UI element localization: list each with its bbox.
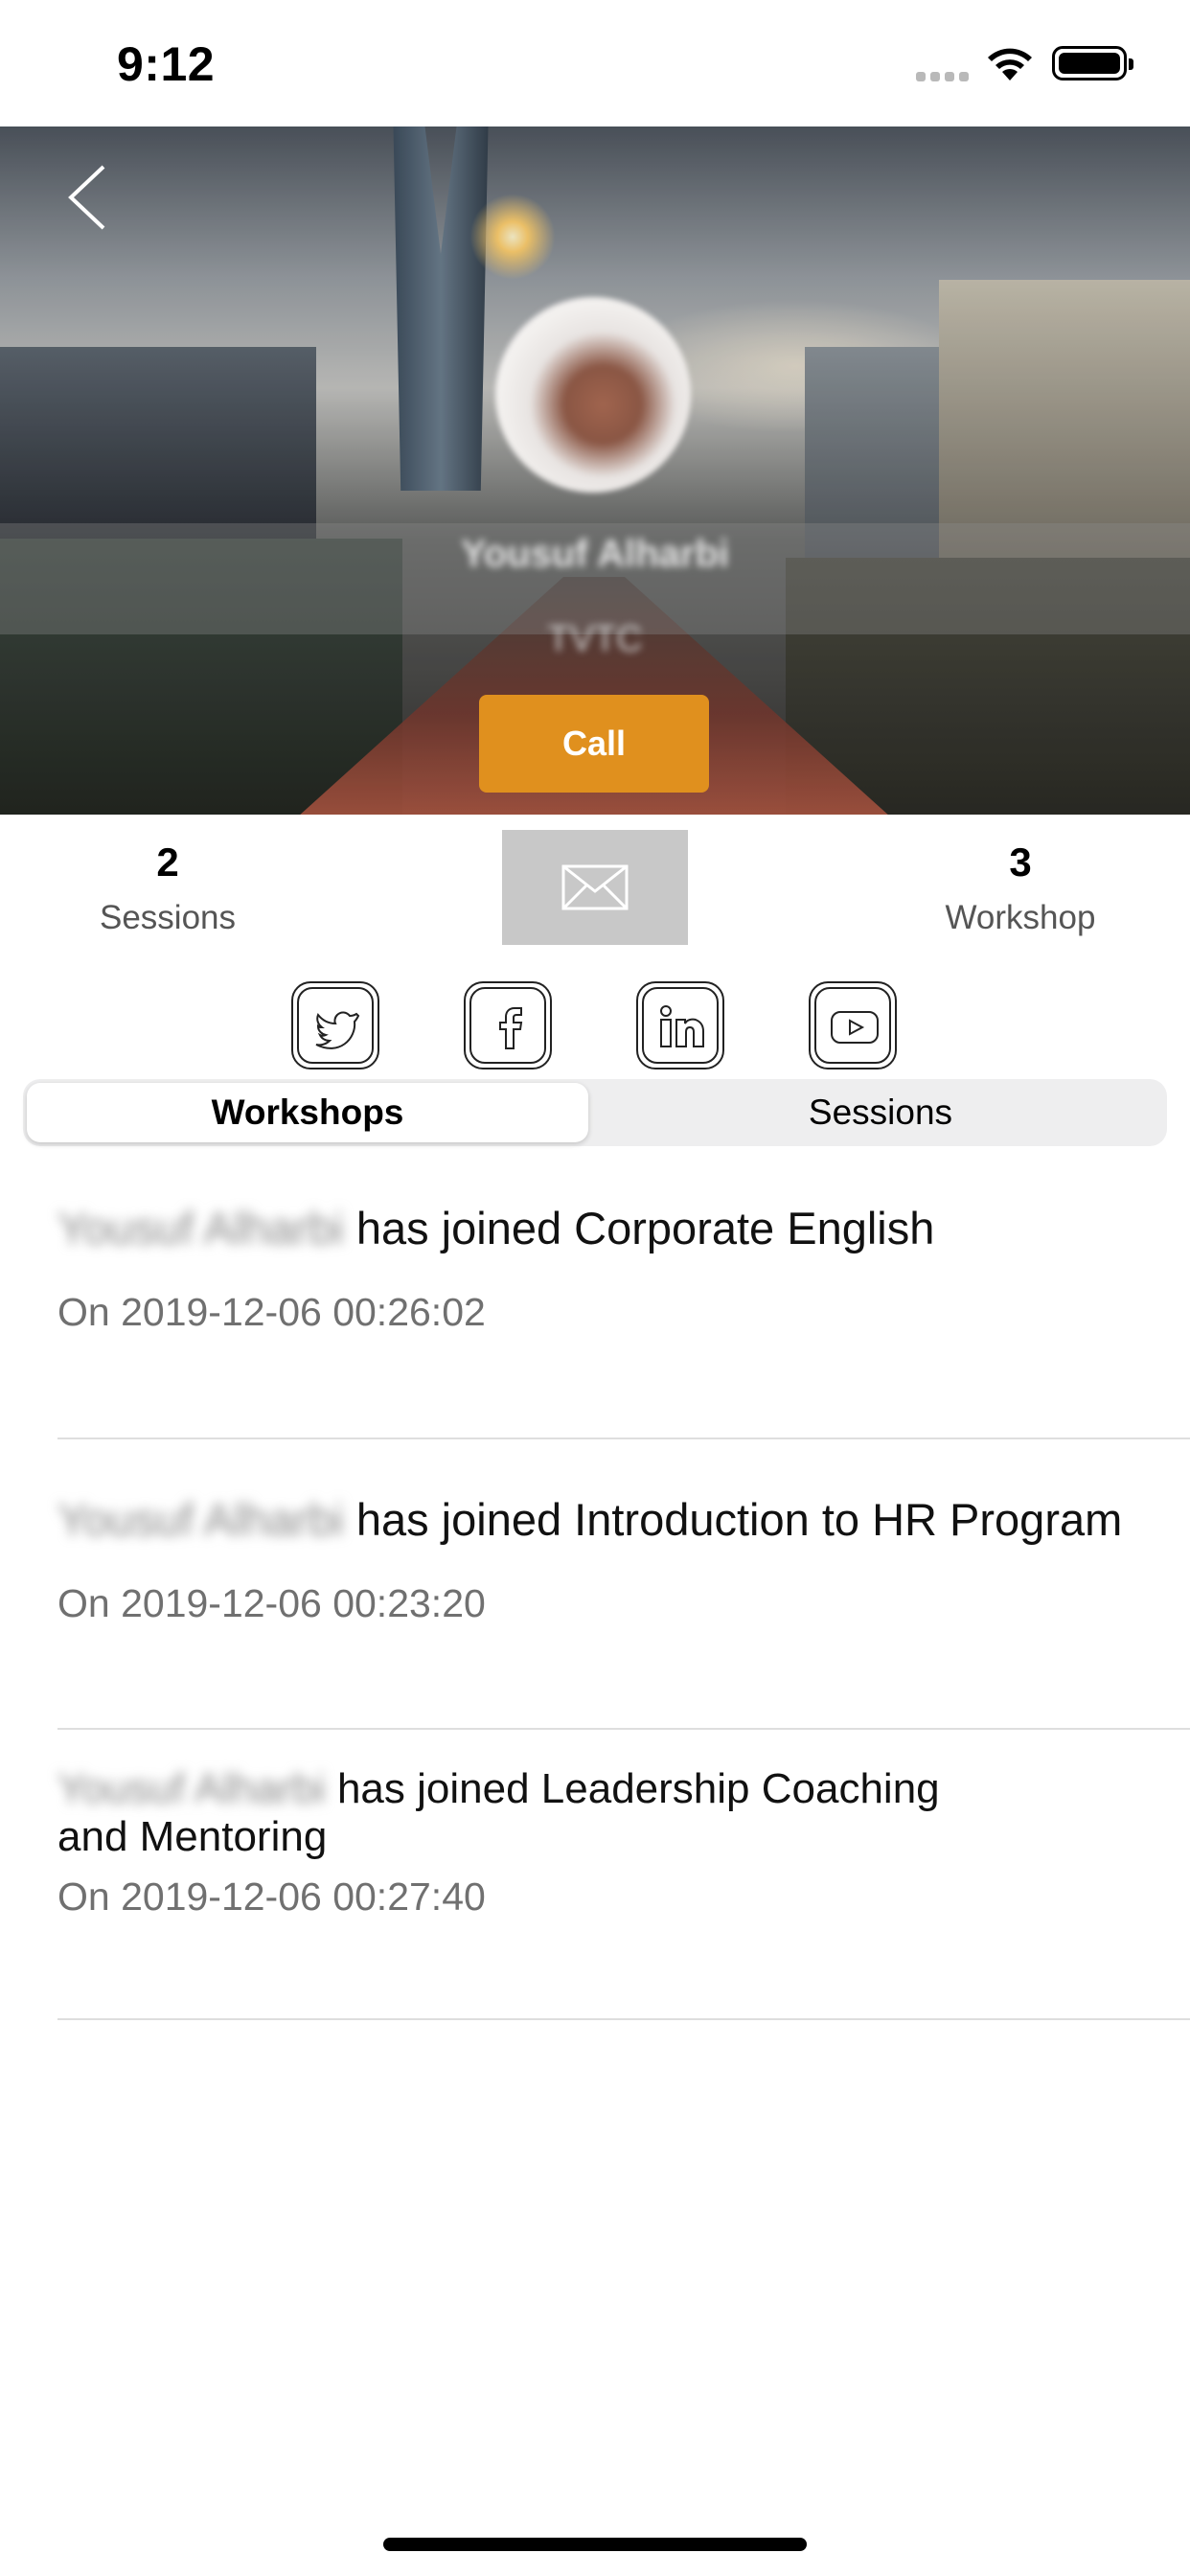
chevron-left-icon: [68, 165, 105, 230]
facebook-button[interactable]: [464, 981, 552, 1070]
twitter-button[interactable]: [291, 981, 379, 1070]
tab-sessions[interactable]: Sessions: [598, 1083, 1163, 1142]
email-button[interactable]: [502, 830, 688, 945]
divider: [57, 1438, 1190, 1439]
tab-bar: Workshops Sessions: [23, 1079, 1167, 1146]
avatar: [495, 297, 691, 493]
activity-text: has joined Introduction to HR Program: [355, 1494, 1123, 1545]
linkedin-icon: [660, 1005, 704, 1047]
workshop-stat: 3 Workshop: [929, 840, 1111, 937]
activity-user-name: Yousuf Alharbi: [57, 1203, 344, 1254]
tab-workshops[interactable]: Workshops: [27, 1083, 588, 1142]
home-indicator[interactable]: [383, 2538, 807, 2551]
back-button[interactable]: [57, 157, 115, 234]
activity-title: Yousuf Alharbi has joined Leadership Coa…: [57, 1765, 1190, 1861]
activity-user-name: Yousuf Alharbi: [57, 1494, 344, 1545]
list-item[interactable]: Yousuf Alharbi has joined Introduction t…: [57, 1495, 1190, 1626]
sessions-stat: 2 Sessions: [86, 840, 249, 937]
list-item[interactable]: Yousuf Alharbi has joined Corporate Engl…: [57, 1204, 1190, 1335]
profile-name: Yousuf Alharbi: [461, 533, 729, 575]
workshop-count: 3: [1009, 840, 1032, 885]
facebook-icon: [499, 1007, 523, 1049]
workshop-label: Workshop: [945, 899, 1096, 936]
activity-text: has joined Corporate English: [355, 1203, 935, 1254]
youtube-button[interactable]: [809, 981, 897, 1070]
wifi-icon: [988, 48, 1032, 80]
sessions-label: Sessions: [99, 899, 237, 936]
activity-date: On 2019-12-06 00:23:20: [57, 1581, 486, 1625]
activity-title: Yousuf Alharbi has joined Introduction t…: [57, 1495, 1190, 1545]
divider: [57, 1728, 1190, 1730]
linkedin-button[interactable]: [636, 981, 724, 1070]
activity-date: On 2019-12-06 00:27:40: [57, 1874, 486, 1919]
call-button[interactable]: Call: [479, 695, 709, 793]
activity-title: Yousuf Alharbi has joined Corporate Engl…: [57, 1204, 1190, 1254]
activity-text: has joined Leadership Coaching: [336, 1765, 940, 1812]
list-item[interactable]: Yousuf Alharbi has joined Leadership Coa…: [57, 1765, 1190, 1920]
status-bar: 9:12: [0, 0, 1190, 126]
youtube-icon: [831, 1011, 879, 1044]
activity-date: On 2019-12-06 00:26:02: [57, 1290, 486, 1334]
cellular-signal-icon: [916, 69, 973, 82]
twitter-icon: [315, 1011, 360, 1049]
divider: [57, 2018, 1190, 2020]
activity-text-continued: and Mentoring: [57, 1813, 328, 1860]
status-time: 9:12: [117, 37, 216, 91]
battery-icon: [1052, 46, 1133, 80]
profile-organization: TVTC: [547, 619, 643, 659]
envelope-icon: [561, 864, 629, 910]
sessions-count: 2: [156, 840, 179, 885]
activity-user-name: Yousuf Alharbi: [57, 1765, 326, 1812]
